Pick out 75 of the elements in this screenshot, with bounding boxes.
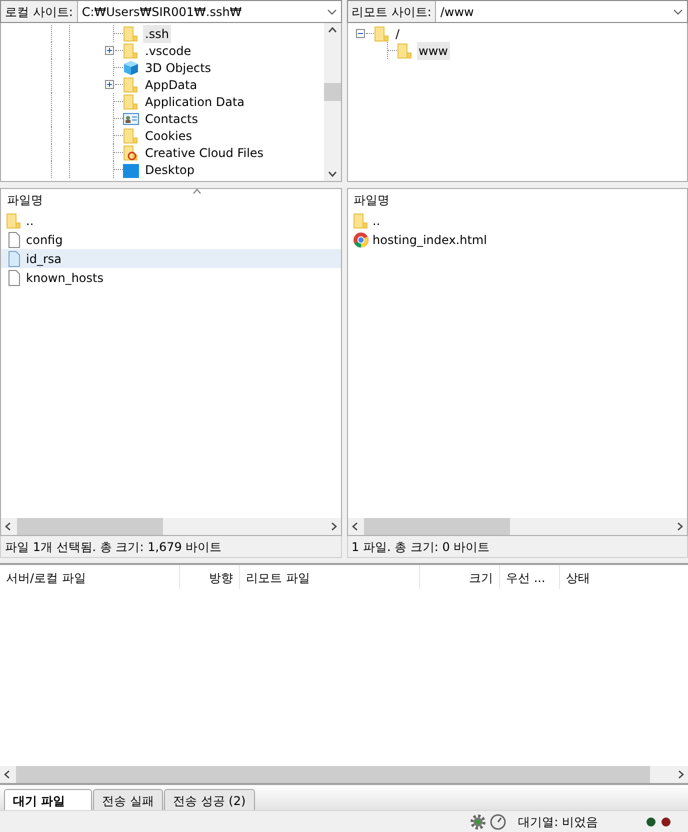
tree-item[interactable]: Creative Cloud Files (143, 144, 266, 162)
chevron-left-icon (352, 522, 358, 531)
chevron-down-icon (328, 171, 336, 177)
folder-icon (352, 212, 368, 228)
site-label: 로컬 사이트: (1, 1, 78, 22)
file-row[interactable]: known_hosts (1, 268, 340, 287)
cube-icon (123, 60, 139, 76)
speedometer-icon (490, 814, 506, 830)
tree-item[interactable]: AppData (143, 76, 200, 94)
expand-icon[interactable] (105, 80, 114, 89)
scroll-thumb[interactable] (17, 518, 163, 535)
tab[interactable]: 대기 파일 (4, 789, 92, 810)
tree-item[interactable]: 3D Objects (143, 58, 214, 76)
chevron-up-icon (328, 27, 336, 33)
gear-icon (470, 814, 486, 830)
sort-icon (193, 189, 201, 194)
expand-icon[interactable] (105, 46, 114, 55)
file-row[interactable]: config (1, 230, 340, 249)
chevron-left-icon (5, 522, 11, 531)
site-label: 리모트 사이트: (348, 1, 436, 22)
chevron-right-icon (677, 522, 683, 531)
chevron-down-icon (326, 8, 336, 14)
folder-icon (123, 42, 139, 58)
folder-icon (396, 42, 412, 58)
chevron-left-icon (4, 770, 10, 779)
folder-icon (123, 144, 139, 160)
status-lights-icon (646, 816, 672, 826)
tab[interactable]: 전송 실패 (93, 789, 164, 810)
scroll-thumb[interactable] (324, 83, 340, 101)
tree-item[interactable]: Application Data (143, 92, 247, 110)
desktop-icon (123, 162, 139, 178)
file-row[interactable]: hosting_index.html (348, 230, 687, 249)
folder-icon (374, 26, 390, 42)
file-row[interactable]: .. (348, 211, 687, 230)
status-text: 파일 1개 선택됨. 총 크기: 1,679 바이트 (0, 536, 342, 558)
folder-icon (6, 212, 22, 228)
scrollbar[interactable] (348, 518, 687, 535)
chevron-right-icon (330, 522, 336, 531)
tree-item[interactable]: .ssh (143, 24, 171, 42)
contact-card-icon (123, 110, 139, 126)
column-header[interactable]: 상태 (560, 565, 688, 589)
folder-icon (123, 76, 139, 92)
path-dropdown[interactable]: C:₩Users₩SIR001₩.ssh₩ (78, 1, 340, 22)
file-icon (6, 250, 22, 266)
column-header[interactable]: 우선 ... (500, 565, 560, 589)
scrollbar[interactable] (1, 518, 340, 535)
tree-item[interactable]: Contacts (143, 110, 200, 128)
column-header[interactable]: 서버/로컬 파일 (0, 565, 180, 589)
column-header[interactable]: 리모트 파일 (240, 565, 420, 589)
file-row[interactable]: id_rsa (1, 249, 340, 268)
queue-status: 대기열: 비었음 (518, 814, 598, 830)
column-header[interactable]: 파일명 (354, 191, 390, 209)
tree-item[interactable]: Desktop (143, 160, 196, 178)
path-dropdown[interactable]: /www (436, 1, 687, 22)
browser-icon (352, 232, 368, 248)
path-text: /www (440, 4, 474, 20)
folder-icon (123, 26, 139, 42)
scrollbar[interactable] (324, 23, 340, 181)
folder-icon (123, 94, 139, 110)
tree-item[interactable]: .vscode (143, 42, 194, 60)
file-row[interactable]: .. (1, 211, 340, 230)
column-header[interactable]: 방향 (180, 565, 240, 589)
status-text: 1 파일. 총 크기: 0 바이트 (346, 536, 688, 558)
path-text: C:₩Users₩SIR001₩.ssh₩ (82, 4, 242, 20)
folder-icon (123, 128, 139, 144)
column-header[interactable]: 크기 (420, 565, 500, 589)
chevron-down-icon (673, 8, 683, 14)
scroll-thumb[interactable] (364, 518, 510, 535)
tree-item[interactable]: www (416, 42, 450, 60)
tree-item[interactable]: / (394, 24, 402, 42)
collapse-icon[interactable] (356, 29, 364, 38)
tab[interactable]: 전송 성공 (2) (164, 789, 255, 810)
chevron-right-icon (678, 770, 684, 779)
column-header[interactable]: 파일명 (7, 191, 43, 209)
tree-item[interactable]: Cookies (143, 126, 194, 144)
